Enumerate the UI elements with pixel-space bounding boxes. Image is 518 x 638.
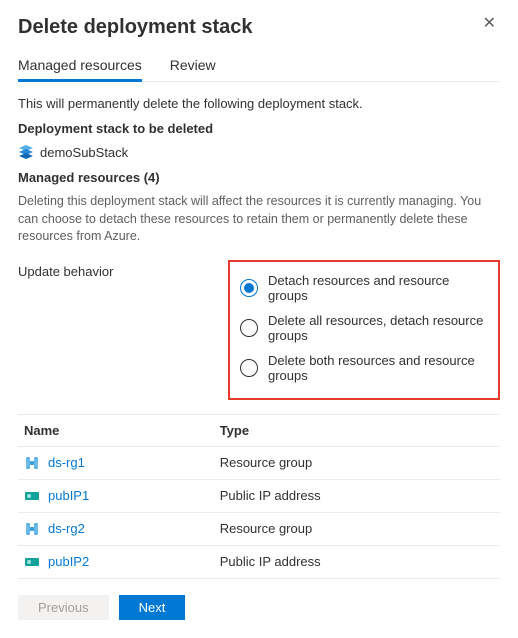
radio-label: Delete both resources and resource group… xyxy=(268,353,488,383)
managed-heading: Managed resources (4) xyxy=(18,170,500,185)
table-row[interactable]: ds-rg1 Resource group xyxy=(18,446,500,479)
resource-group-icon xyxy=(24,521,40,537)
update-behavior-row: Update behavior Detach resources and res… xyxy=(18,260,500,400)
col-type[interactable]: Type xyxy=(214,414,500,446)
footer: Previous Next xyxy=(18,595,500,620)
resource-name[interactable]: pubIP2 xyxy=(48,554,89,569)
close-icon[interactable]: ✕ xyxy=(479,14,500,34)
table-row[interactable]: pubIP1 Public IP address xyxy=(18,479,500,512)
table-row[interactable]: pubIP2 Public IP address xyxy=(18,545,500,578)
stack-row: demoSubStack xyxy=(18,144,500,160)
resource-name[interactable]: ds-rg1 xyxy=(48,455,85,470)
panel-header: Delete deployment stack ✕ xyxy=(18,14,500,39)
next-button[interactable]: Next xyxy=(119,595,186,620)
radio-label: Detach resources and resource groups xyxy=(268,273,488,303)
tabs: Managed resources Review xyxy=(18,57,500,82)
intro-text: This will permanently delete the followi… xyxy=(18,96,500,111)
public-ip-icon xyxy=(24,488,40,504)
radio-detach-all[interactable]: Detach resources and resource groups xyxy=(240,268,488,308)
resource-group-icon xyxy=(24,455,40,471)
previous-button[interactable]: Previous xyxy=(18,595,109,620)
resource-name[interactable]: ds-rg2 xyxy=(48,521,85,536)
resource-type: Public IP address xyxy=(214,545,500,578)
update-behavior-options: Detach resources and resource groups Del… xyxy=(228,260,500,400)
update-behavior-label: Update behavior xyxy=(18,260,218,279)
resource-type: Resource group xyxy=(214,512,500,545)
table-row[interactable]: ds-rg2 Resource group xyxy=(18,512,500,545)
public-ip-icon xyxy=(24,554,40,570)
radio-icon-selected xyxy=(240,279,258,297)
stack-name: demoSubStack xyxy=(40,145,128,160)
resources-table: Name Type ds-rg1 Resource group pubIP1 P… xyxy=(18,414,500,579)
resource-type: Public IP address xyxy=(214,479,500,512)
radio-icon xyxy=(240,319,258,337)
radio-delete-both[interactable]: Delete both resources and resource group… xyxy=(240,348,488,388)
resource-type: Resource group xyxy=(214,446,500,479)
col-name[interactable]: Name xyxy=(18,414,214,446)
resource-name[interactable]: pubIP1 xyxy=(48,488,89,503)
delete-stack-panel: Delete deployment stack ✕ Managed resour… xyxy=(0,0,518,638)
managed-desc: Deleting this deployment stack will affe… xyxy=(18,193,500,246)
deployment-stack-icon xyxy=(18,144,34,160)
radio-icon xyxy=(240,359,258,377)
radio-label: Delete all resources, detach resource gr… xyxy=(268,313,488,343)
tab-managed-resources[interactable]: Managed resources xyxy=(18,57,142,82)
stack-heading: Deployment stack to be deleted xyxy=(18,121,500,136)
tab-review[interactable]: Review xyxy=(170,57,216,82)
panel-title: Delete deployment stack xyxy=(18,16,253,39)
radio-delete-resources[interactable]: Delete all resources, detach resource gr… xyxy=(240,308,488,348)
